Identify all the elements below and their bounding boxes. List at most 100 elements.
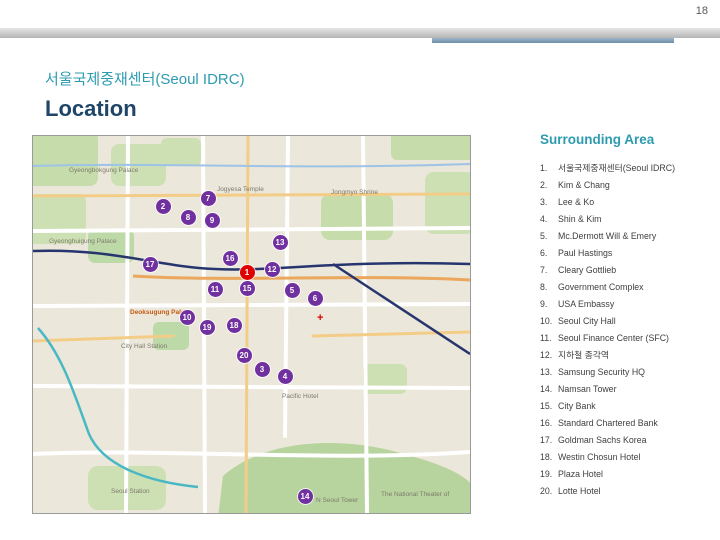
surrounding-list: 1. 서울국제중재센터(Seoul IDRC) 2. Kim & Chang 3. Lee… xyxy=(540,159,716,499)
map-marker-17[interactable]: 17 xyxy=(142,256,158,272)
seoul-map[interactable]: Gyeongbokgung Palace Jogyesa Temple Jongmy… xyxy=(32,135,471,514)
map-marker-14[interactable]: 14 xyxy=(297,488,313,504)
item-label: Cleary Gottlieb xyxy=(558,264,617,275)
map-place-label: Gyeonghuigung Palace xyxy=(49,238,117,245)
item-label: Shin & Kim xyxy=(558,213,602,224)
top-accent-bar xyxy=(432,38,674,43)
map-marker-1[interactable]: 1 xyxy=(239,264,255,280)
map-place-label: N Seoul Tower xyxy=(316,497,359,504)
item-label: Lee & Ko xyxy=(558,196,595,207)
page-number: 18 xyxy=(695,5,708,17)
item-number: 6. xyxy=(540,247,548,258)
surrounding-list-item: 16. Standard Chartered Bank xyxy=(540,414,716,431)
surrounding-list-item: 17. Goldman Sachs Korea xyxy=(540,431,716,448)
item-number: 3. xyxy=(540,196,548,207)
surrounding-list-item: 18. Westin Chosun Hotel xyxy=(540,448,716,465)
item-number: 5. xyxy=(540,230,548,241)
surrounding-area-panel: Surrounding Area 1. 서울국제중재센터(Seoul IDRC) 2… xyxy=(540,132,716,499)
item-label: Lotte Hotel xyxy=(558,485,601,496)
item-number: 2. xyxy=(540,179,548,190)
item-number: 18. xyxy=(540,451,553,462)
map-marker-7[interactable]: 7 xyxy=(200,190,216,206)
map-place-label: City Hall Station xyxy=(121,343,168,350)
item-label: USA Embassy xyxy=(558,298,615,309)
surrounding-list-item: 14. Namsan Tower xyxy=(540,380,716,397)
item-number: 16. xyxy=(540,417,553,428)
surrounding-list-item: 6. Paul Hastings xyxy=(540,244,716,261)
item-label: Namsan Tower xyxy=(558,383,617,394)
map-marker-15[interactable]: 15 xyxy=(239,280,255,296)
item-number: 7. xyxy=(540,264,548,275)
item-label: Mc.Dermott Will & Emery xyxy=(558,230,657,241)
map-place-label: Jongmyo Shrine xyxy=(331,189,378,196)
item-number: 20. xyxy=(540,485,553,496)
top-decorative-bar xyxy=(0,28,720,38)
item-number: 10. xyxy=(540,315,553,326)
surrounding-area-heading: Surrounding Area xyxy=(540,132,655,147)
map-marker-11[interactable]: 11 xyxy=(207,281,223,297)
item-label: Kim & Chang xyxy=(558,179,610,190)
map-place-label: Jogyesa Temple xyxy=(217,186,264,193)
item-label: City Bank xyxy=(558,400,596,411)
surrounding-list-item: 20. Lotte Hotel xyxy=(540,482,716,499)
item-label: Standard Chartered Bank xyxy=(558,417,658,428)
map-marker-9[interactable]: 9 xyxy=(204,212,220,228)
surrounding-list-item: 2. Kim & Chang xyxy=(540,176,716,193)
item-label: Seoul Finance Center (SFC) xyxy=(558,332,669,343)
surrounding-list-item: 3. Lee & Ko xyxy=(540,193,716,210)
map-marker-8[interactable]: 8 xyxy=(180,209,196,225)
item-number: 1. xyxy=(540,162,548,173)
slide-title: 서울국제중재센터(Seoul IDRC) xyxy=(45,71,245,88)
item-label: Paul Hastings xyxy=(558,247,613,258)
map-marker-19[interactable]: 19 xyxy=(199,319,215,335)
item-number: 17. xyxy=(540,434,553,445)
item-label: Goldman Sachs Korea xyxy=(558,434,647,445)
surrounding-list-item: 7. Cleary Gottlieb xyxy=(540,261,716,278)
map-marker-5[interactable]: 5 xyxy=(284,282,300,298)
item-number: 4. xyxy=(540,213,548,224)
item-label: Seoul City Hall xyxy=(558,315,616,326)
item-number: 14. xyxy=(540,383,553,394)
item-number: 15. xyxy=(540,400,553,411)
map-marker-20[interactable]: 20 xyxy=(236,347,252,363)
surrounding-list-item: 8. Government Complex xyxy=(540,278,716,295)
surrounding-list-item: 1. 서울국제중재센터(Seoul IDRC) xyxy=(540,159,716,176)
surrounding-list-item: 4. Shin & Kim xyxy=(540,210,716,227)
slide-subtitle: Location xyxy=(45,96,137,121)
map-place-label: Pacific Hotel xyxy=(282,393,319,400)
item-number: 8. xyxy=(540,281,548,292)
map-place-label: The National Theater of xyxy=(381,491,450,498)
map-marker-4[interactable]: 4 xyxy=(277,368,293,384)
map-place-label: Gyeongbokgung Palace xyxy=(69,167,139,174)
surrounding-list-item: 9. USA Embassy xyxy=(540,295,716,312)
item-label: Government Complex xyxy=(558,281,644,292)
surrounding-list-item: 12. 지하철 종각역 xyxy=(540,346,716,363)
map-marker-18[interactable]: 18 xyxy=(226,317,242,333)
surrounding-list-item: 15. City Bank xyxy=(540,397,716,414)
item-label: 지하철 종각역 xyxy=(558,350,610,360)
slide: 18 서울국제중재센터(Seoul IDRC) Location Gyeongb… xyxy=(0,0,720,540)
surrounding-list-item: 13. Samsung Security HQ xyxy=(540,363,716,380)
map-marker-3[interactable]: 3 xyxy=(254,361,270,377)
item-number: 19. xyxy=(540,468,553,479)
surrounding-list-item: 5. Mc.Dermott Will & Emery xyxy=(540,227,716,244)
surrounding-list-item: 11. Seoul Finance Center (SFC) xyxy=(540,329,716,346)
item-label: 서울국제중재센터(Seoul IDRC) xyxy=(558,163,676,173)
item-number: 13. xyxy=(540,366,553,377)
surrounding-list-item: 10. Seoul City Hall xyxy=(540,312,716,329)
map-place-label: Seoul Station xyxy=(111,488,150,495)
item-number: 11. xyxy=(540,332,552,343)
map-marker-2[interactable]: 2 xyxy=(155,198,171,214)
item-number: 9. xyxy=(540,298,548,309)
map-marker-16[interactable]: 16 xyxy=(222,250,238,266)
item-label: Plaza Hotel xyxy=(558,468,603,479)
map-marker-10[interactable]: 10 xyxy=(179,309,195,325)
item-number: 12. xyxy=(540,349,553,360)
item-label: Samsung Security HQ xyxy=(558,366,646,377)
item-label: Westin Chosun Hotel xyxy=(558,451,641,462)
map-marker-13[interactable]: 13 xyxy=(272,234,288,250)
hospital-icon: + xyxy=(317,312,324,324)
map-marker-6[interactable]: 6 xyxy=(307,290,323,306)
surrounding-list-item: 19. Plaza Hotel xyxy=(540,465,716,482)
map-marker-12[interactable]: 12 xyxy=(264,261,280,277)
